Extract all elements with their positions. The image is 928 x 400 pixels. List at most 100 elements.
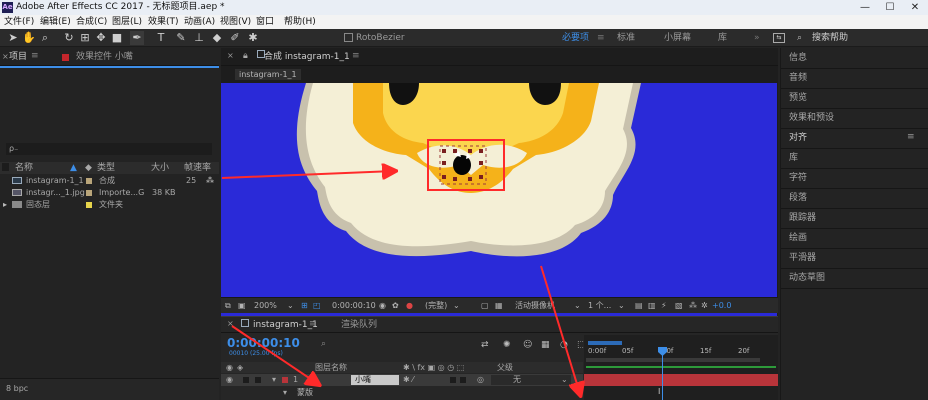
chevron-down-icon[interactable]: ⌄: [453, 300, 460, 312]
show-channel-icon[interactable]: ✿: [392, 300, 399, 312]
close-button[interactable]: ✕: [902, 0, 928, 15]
current-time-display[interactable]: 0:00:00:10: [332, 300, 376, 312]
exposure-value[interactable]: +0.0: [712, 300, 731, 312]
pen-tool-icon[interactable]: ✒: [130, 31, 144, 45]
timeline-current-time[interactable]: 0:00:00:10: [227, 336, 300, 350]
chevron-down-icon[interactable]: ⌄: [574, 300, 581, 312]
sort-ascending-icon[interactable]: ▲: [70, 162, 77, 174]
shy-layers-icon[interactable]: ☺: [523, 340, 532, 350]
color-depth-button[interactable]: 8 bpc: [6, 384, 28, 393]
puppet-tool-icon[interactable]: ✱: [246, 31, 260, 45]
exposure-icon[interactable]: ✲: [701, 300, 708, 312]
fast-preview-icon[interactable]: ⚡: [661, 300, 667, 312]
menu-help[interactable]: 帮助(H): [284, 15, 316, 29]
resolution-dropdown[interactable]: (完整): [425, 300, 447, 312]
layer-name-field[interactable]: 小嘴: [351, 375, 399, 385]
column-fps[interactable]: 帧速率: [184, 162, 211, 174]
panel-close-icon[interactable]: ×: [227, 51, 234, 60]
panel-info[interactable]: 信息: [789, 48, 807, 68]
panel-library[interactable]: 库: [789, 148, 798, 168]
roto-brush-tool-icon[interactable]: ✐: [228, 31, 242, 45]
type-tool-icon[interactable]: T: [154, 31, 168, 45]
comp-lock-icon[interactable]: 🔒︎: [243, 51, 248, 61]
minimize-button[interactable]: —: [852, 0, 878, 15]
chevron-down-icon[interactable]: ⌄: [618, 300, 625, 312]
workspace-menu-icon[interactable]: ≡: [597, 32, 605, 44]
label-color-chip[interactable]: [282, 377, 288, 383]
comp-tab-menu-icon[interactable]: ≡: [352, 51, 360, 61]
fit-icon[interactable]: ◰: [313, 300, 321, 312]
layer-row[interactable]: ◉ ▾ 1 ★ 小嘴 ✱ ⁄ ◎ 无 ⌄: [221, 374, 583, 386]
chevron-down-icon[interactable]: ⌄: [561, 374, 568, 386]
workspace-essentials[interactable]: 必要项: [562, 32, 589, 44]
menu-window[interactable]: 窗口: [256, 15, 274, 29]
panel-close-icon[interactable]: ×: [227, 319, 234, 328]
workspace-small-screen[interactable]: 小屏幕: [664, 32, 691, 44]
snapshot-camera-icon[interactable]: ◉: [379, 300, 386, 312]
align-panel-menu-icon[interactable]: ≡: [907, 132, 915, 142]
column-parent[interactable]: 父级: [497, 362, 513, 373]
timeline-search-icon[interactable]: ⌕: [321, 339, 326, 349]
eraser-tool-icon[interactable]: ◆: [210, 31, 224, 45]
hand-tool-icon[interactable]: ✋: [22, 31, 36, 45]
workspace-standard[interactable]: 标准: [617, 32, 635, 44]
draft-3d-icon[interactable]: ✺: [503, 340, 511, 350]
chevron-down-icon[interactable]: ⌄: [287, 300, 294, 312]
project-item-row[interactable]: instagram-1_1 合成 25 ⁂: [0, 175, 219, 186]
sync-settings-icon[interactable]: ⇆: [773, 33, 785, 43]
mask-visibility-icon[interactable]: ▣: [238, 300, 246, 312]
brush-tool-icon[interactable]: ✎: [174, 31, 188, 45]
panel-effects-presets[interactable]: 效果和预设: [789, 108, 834, 128]
menu-view[interactable]: 视图(V): [220, 15, 251, 29]
maximize-button[interactable]: ☐: [877, 0, 903, 15]
panel-close-icon[interactable]: ×: [2, 52, 9, 61]
label-column-icon[interactable]: [2, 163, 9, 171]
panel-audio[interactable]: 音频: [789, 68, 807, 88]
project-item-row[interactable]: ▸ 固态层 文件夹: [0, 199, 219, 210]
workspace-overflow-icon[interactable]: »: [754, 32, 760, 44]
camera-dropdown[interactable]: 活动摄像机: [515, 300, 555, 312]
menu-file[interactable]: 文件(F): [4, 15, 34, 29]
menu-animation[interactable]: 动画(A): [184, 15, 215, 29]
menu-edit[interactable]: 编辑(E): [40, 15, 71, 29]
selection-tool-icon[interactable]: ➤: [6, 31, 20, 45]
frame-blending-icon[interactable]: ▦: [541, 340, 550, 350]
panel-smoother[interactable]: 平滑器: [789, 248, 816, 268]
flowchart-icon[interactable]: ⁂: [689, 300, 697, 312]
pan-behind-tool-icon[interactable]: ✥: [94, 31, 108, 45]
panel-align[interactable]: 对齐: [789, 128, 807, 148]
region-of-interest-icon[interactable]: ▢: [481, 300, 489, 312]
views-dropdown[interactable]: 1 个...: [588, 300, 611, 312]
switch-box[interactable]: [460, 377, 466, 383]
search-help-icon[interactable]: ⌕: [797, 32, 802, 44]
panel-character[interactable]: 字符: [789, 168, 807, 188]
rotobezier-checkbox[interactable]: [344, 33, 353, 42]
panel-paragraph[interactable]: 段落: [789, 188, 807, 208]
motion-blur-icon[interactable]: ◔: [560, 340, 568, 350]
tab-effect-controls[interactable]: 效果控件 小嘴: [76, 51, 133, 63]
expand-arrow-icon[interactable]: ▾: [272, 374, 276, 386]
reset-exposure-icon[interactable]: ▥: [648, 300, 656, 312]
column-layer-name[interactable]: 图层名称: [315, 362, 347, 373]
timeline-toggle-icon[interactable]: ▧: [675, 300, 683, 312]
tab-composition[interactable]: 合成 instagram-1_1: [264, 51, 350, 63]
clone-stamp-tool-icon[interactable]: ⊥: [192, 31, 206, 45]
rotate-tool-icon[interactable]: ↻: [62, 31, 76, 45]
expand-arrow-icon[interactable]: ▾: [283, 387, 287, 399]
timeline-tab-menu-icon[interactable]: ≡: [309, 319, 317, 329]
expand-arrow-icon[interactable]: ▸: [3, 199, 7, 210]
panel-motion-sketch[interactable]: 动态草图: [789, 268, 825, 288]
layer-duration-bar[interactable]: [584, 374, 778, 386]
label-color-chip[interactable]: [86, 190, 92, 196]
comp-mini-flowchart-icon[interactable]: ⇄: [481, 340, 489, 350]
project-tab-menu-icon[interactable]: ≡: [31, 51, 39, 61]
label-color-chip[interactable]: [86, 202, 92, 208]
mask-row[interactable]: ▾ 蒙版: [221, 387, 583, 399]
lock-toggle[interactable]: [255, 377, 261, 383]
zoom-tool-icon[interactable]: ⌕: [38, 31, 52, 45]
search-help-input[interactable]: 搜索帮助: [812, 32, 848, 44]
label-color-chip[interactable]: [86, 178, 92, 184]
menu-composition[interactable]: 合成(C): [76, 15, 107, 29]
timeline-navigator[interactable]: [586, 358, 760, 362]
safe-margins-icon[interactable]: ⊞: [301, 300, 308, 312]
